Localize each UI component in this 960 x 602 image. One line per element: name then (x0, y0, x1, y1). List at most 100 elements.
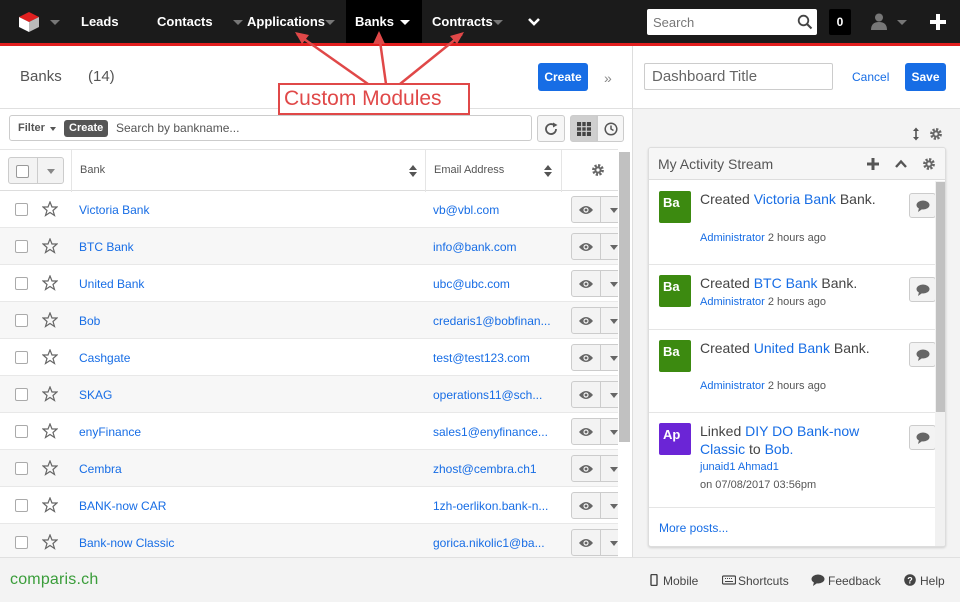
favorite-star-icon[interactable] (42, 275, 58, 291)
comment-button[interactable] (909, 277, 936, 302)
bank-search-input[interactable] (116, 119, 516, 137)
favorite-star-icon[interactable] (42, 460, 58, 476)
bank-email-link[interactable]: credaris1@bobfinan... (433, 314, 553, 328)
collapse-chevron-up-icon[interactable] (894, 157, 908, 171)
save-button[interactable]: Save (905, 63, 946, 91)
preview-eye-icon[interactable] (578, 203, 594, 217)
bank-email-link[interactable]: vb@vbl.com (433, 203, 553, 217)
create-bank-button[interactable]: Create (538, 63, 588, 91)
activity-user-link[interactable]: Administrator (700, 232, 765, 244)
row-actions-caret-icon[interactable] (610, 208, 618, 213)
resize-vertical-icon[interactable] (913, 127, 919, 141)
filter-create-button[interactable]: Create (64, 120, 109, 137)
refresh-button[interactable] (537, 115, 565, 142)
select-all-checkbox[interactable] (16, 165, 29, 178)
dashboard-title-input[interactable] (644, 63, 833, 90)
sort-bank-icon[interactable] (409, 165, 417, 177)
nav-item-contacts[interactable]: Contacts (148, 0, 236, 43)
bank-name-link[interactable]: Bob (79, 314, 100, 328)
module-avatar[interactable]: Ba (659, 340, 691, 372)
filter-dropdown[interactable]: Filter (18, 122, 45, 134)
record-link[interactable]: BTC Bank (754, 275, 818, 291)
add-plus-icon[interactable] (866, 157, 880, 171)
dashlet-settings-gear-icon[interactable] (922, 157, 936, 171)
row-actions-caret-icon[interactable] (610, 356, 618, 361)
row-actions-caret-icon[interactable] (610, 430, 618, 435)
comment-button[interactable] (909, 425, 936, 450)
row-checkbox[interactable] (15, 277, 28, 290)
bank-name-link[interactable]: Bank-now Classic (79, 536, 174, 550)
favorite-star-icon[interactable] (42, 238, 58, 254)
dashlet-scrollbar-thumb[interactable] (936, 182, 945, 412)
help-link[interactable]: Help (920, 574, 945, 588)
row-checkbox[interactable] (15, 351, 28, 364)
cancel-button[interactable]: Cancel (852, 70, 889, 84)
bank-name-link[interactable]: BANK-now CAR (79, 499, 166, 513)
row-checkbox[interactable] (15, 425, 28, 438)
bank-name-link[interactable]: Victoria Bank (79, 203, 149, 217)
bank-name-link[interactable]: BTC Bank (79, 240, 134, 254)
bank-name-link[interactable]: enyFinance (79, 425, 141, 439)
select-all-control[interactable] (8, 157, 64, 184)
favorite-star-icon[interactable] (42, 201, 58, 217)
user-avatar-icon[interactable] (870, 12, 888, 30)
shortcuts-link[interactable]: Shortcuts (738, 574, 789, 588)
activity-user-link[interactable]: Administrator (700, 380, 765, 392)
row-checkbox[interactable] (15, 203, 28, 216)
bank-email-link[interactable]: operations11@sch... (433, 388, 553, 402)
row-actions-caret-icon[interactable] (610, 504, 618, 509)
row-actions-caret-icon[interactable] (610, 467, 618, 472)
global-search-input[interactable] (647, 9, 787, 35)
bank-name-link[interactable]: United Bank (79, 277, 144, 291)
row-checkbox[interactable] (15, 240, 28, 253)
favorite-star-icon[interactable] (42, 386, 58, 402)
applications-menu-caret-icon[interactable] (325, 20, 335, 25)
bank-email-link[interactable]: info@bank.com (433, 240, 553, 254)
banks-menu-caret-icon[interactable] (400, 20, 410, 25)
preview-eye-icon[interactable] (578, 314, 594, 328)
bank-email-link[interactable]: zhost@cembra.ch1 (433, 462, 553, 476)
column-settings-gear-icon[interactable] (591, 163, 605, 177)
nav-item-applications[interactable]: Applications (240, 0, 338, 43)
user-menu-caret-icon[interactable] (897, 20, 907, 25)
logo-menu-caret-icon[interactable] (50, 20, 60, 25)
row-actions-caret-icon[interactable] (610, 245, 618, 250)
row-checkbox[interactable] (15, 499, 28, 512)
more-modules-chevron-down-icon[interactable] (526, 14, 542, 30)
bank-email-link[interactable]: 1zh-oerlikon.bank-n... (433, 499, 553, 513)
dashboard-settings-gear-icon[interactable] (930, 128, 942, 140)
sort-email-icon[interactable] (544, 165, 552, 177)
activity-user-link[interactable]: junaid1 Ahmad1 (700, 461, 779, 473)
bank-email-link[interactable]: gorica.nikolic1@ba... (433, 536, 553, 550)
favorite-star-icon[interactable] (42, 312, 58, 328)
feedback-link[interactable]: Feedback (828, 574, 881, 588)
favorite-star-icon[interactable] (42, 349, 58, 365)
list-scrollbar-thumb[interactable] (619, 152, 630, 442)
record-link[interactable]: Victoria Bank (754, 191, 836, 207)
bank-name-link[interactable]: SKAG (79, 388, 112, 402)
more-posts-link[interactable]: More posts... (659, 521, 728, 535)
quick-create-plus-icon[interactable] (929, 13, 947, 31)
row-checkbox[interactable] (15, 462, 28, 475)
cube-logo-icon[interactable] (18, 11, 40, 33)
row-checkbox[interactable] (15, 388, 28, 401)
preview-eye-icon[interactable] (578, 351, 594, 365)
preview-eye-icon[interactable] (578, 499, 594, 513)
bank-email-link[interactable]: sales1@enyfinance... (433, 425, 553, 439)
column-header-email[interactable]: Email Address (434, 164, 504, 176)
record-link[interactable]: United Bank (754, 340, 830, 356)
comment-button[interactable] (909, 193, 936, 218)
row-actions-caret-icon[interactable] (610, 282, 618, 287)
bank-email-link[interactable]: test@test123.com (433, 351, 553, 365)
favorite-star-icon[interactable] (42, 423, 58, 439)
row-checkbox[interactable] (15, 536, 28, 549)
preview-eye-icon[interactable] (578, 536, 594, 550)
mobile-link[interactable]: Mobile (663, 574, 698, 588)
column-header-bank[interactable]: Bank (80, 164, 105, 176)
preview-eye-icon[interactable] (578, 240, 594, 254)
bank-email-link[interactable]: ubc@ubc.com (433, 277, 553, 291)
search-icon[interactable] (797, 14, 813, 30)
collapse-sidebar-icon[interactable]: » (604, 70, 612, 86)
row-actions-caret-icon[interactable] (610, 393, 618, 398)
preview-eye-icon[interactable] (578, 462, 594, 476)
